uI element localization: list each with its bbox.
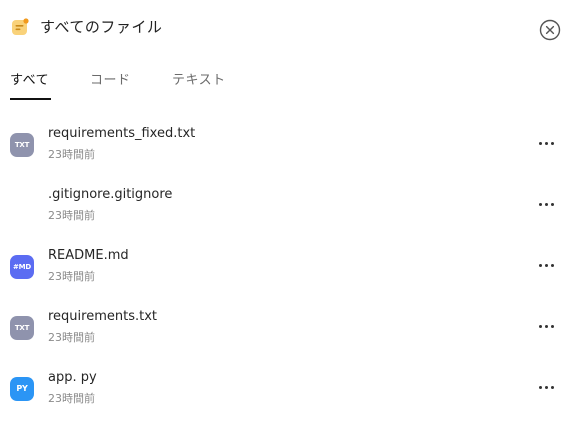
file-timestamp: 23時間前 (48, 209, 95, 222)
markdown-file-icon: #MD (10, 255, 34, 279)
txt-file-icon: TXT (10, 316, 34, 340)
file-panel: すべてのファイル すべて コード テキスト TXT requirements_f… (0, 0, 572, 426)
file-timestamp: 23時間前 (48, 331, 95, 344)
file-type-tabs: すべて コード テキスト (0, 60, 572, 102)
tab-code[interactable]: コード (90, 72, 131, 90)
close-icon[interactable] (539, 19, 561, 41)
more-options-icon[interactable] (536, 381, 558, 395)
more-options-icon[interactable] (536, 320, 558, 334)
list-item[interactable]: TXT requirements.txt 23時間前 (0, 296, 572, 357)
more-options-icon[interactable] (536, 259, 558, 273)
file-name: requirements_fixed.txt (48, 126, 196, 141)
file-timestamp: 23時間前 (48, 270, 95, 283)
file-timestamp: 23時間前 (48, 148, 95, 161)
file-folder-icon (12, 18, 29, 35)
file-name: README.md (48, 248, 129, 263)
txt-file-icon: TXT (10, 133, 34, 157)
file-name: app. py (48, 370, 97, 385)
more-options-icon[interactable] (536, 198, 558, 212)
file-name: .gitignore.gitignore (48, 187, 173, 202)
tab-text[interactable]: テキスト (172, 72, 226, 90)
list-item[interactable]: PY app. py 23時間前 (0, 357, 572, 418)
file-name: requirements.txt (48, 309, 158, 324)
page-title: すべてのファイル (40, 18, 163, 36)
list-item[interactable]: .gitignore.gitignore 23時間前 (0, 174, 572, 235)
python-file-icon: PY (10, 377, 34, 401)
active-tab-indicator (10, 98, 51, 100)
file-timestamp: 23時間前 (48, 392, 95, 405)
list-item[interactable]: #MD README.md 23時間前 (0, 235, 572, 296)
list-item[interactable]: TXT requirements_fixed.txt 23時間前 (0, 113, 572, 174)
more-options-icon[interactable] (536, 137, 558, 151)
panel-header: すべてのファイル (0, 0, 572, 56)
tab-all[interactable]: すべて (10, 72, 49, 90)
